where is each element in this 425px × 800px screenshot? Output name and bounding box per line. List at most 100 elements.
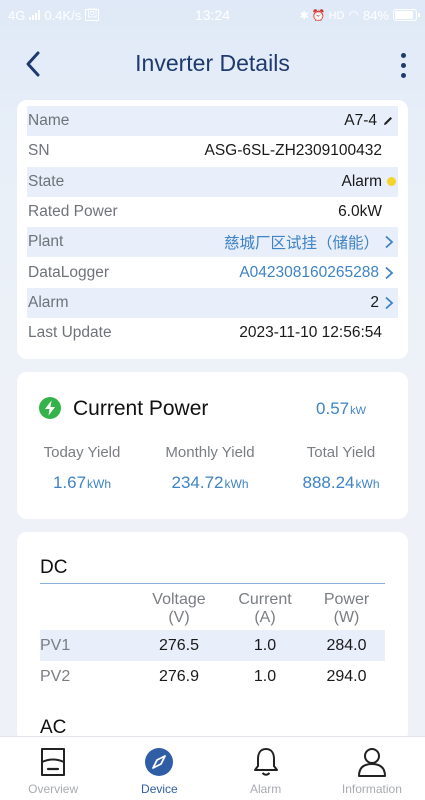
chevron-right-icon bbox=[385, 296, 394, 310]
voltage-header: Voltage bbox=[152, 591, 206, 608]
monthly-yield-value: 234.72 bbox=[171, 473, 224, 492]
person-icon bbox=[357, 748, 386, 777]
chevron-right-icon bbox=[385, 266, 394, 279]
nav-overview[interactable]: Overview bbox=[0, 737, 106, 800]
plant-value: 慈城厂区试挂（储能） bbox=[223, 235, 379, 253]
inverter-info-card: Name A7-4 SN ASG-6SL-ZH2309100432 State … bbox=[17, 100, 408, 359]
nav-information[interactable]: Information bbox=[319, 737, 425, 800]
current-unit: (A) bbox=[254, 609, 276, 626]
voltage-unit: (V) bbox=[168, 609, 190, 626]
nav-overview-label: Overview bbox=[28, 782, 79, 796]
nav-alarm-label: Alarm bbox=[249, 782, 282, 796]
page-title: Inverter Details bbox=[135, 50, 290, 76]
info-row-rated-power: Rated Power 6.0kW bbox=[27, 197, 398, 227]
pv1-power: 284.0 bbox=[308, 630, 385, 661]
total-yield-label: Total Yield bbox=[306, 444, 376, 461]
monthly-yield-unit: kWh bbox=[224, 477, 249, 491]
plant-label: Plant bbox=[28, 233, 64, 251]
dc-divider bbox=[40, 583, 385, 584]
monthly-yield-value-wrap: 234.72kWh bbox=[145, 473, 275, 493]
alarm-label: Alarm bbox=[28, 293, 69, 311]
nav-device[interactable]: Device bbox=[106, 737, 212, 800]
status-right: ✱ ⏰ HD ◠ 84% bbox=[299, 7, 420, 23]
info-row-datalogger[interactable]: DataLogger A042308160265288 bbox=[27, 257, 398, 287]
header: Inverter Details bbox=[0, 40, 425, 88]
pv2-label: PV2 bbox=[40, 667, 71, 685]
info-row-alarm[interactable]: Alarm 2 bbox=[27, 287, 398, 319]
info-row-plant[interactable]: Plant 慈城厂区试挂（储能） bbox=[27, 227, 398, 258]
nav-alarm[interactable]: Alarm bbox=[213, 737, 319, 800]
overview-icon bbox=[41, 748, 66, 776]
network-type: 4G bbox=[8, 7, 26, 23]
wifi-icon: ◠ bbox=[348, 8, 359, 22]
status-icons: ✱ ⏰ HD bbox=[299, 9, 345, 22]
sim-icon: 回 bbox=[85, 9, 100, 21]
dc-table: Voltage (V) Current (A) Power (W) PV1 276.5… bbox=[40, 588, 385, 692]
clock: 13:24 bbox=[194, 7, 231, 23]
signal-icon bbox=[29, 10, 41, 20]
pv2-voltage: 276.9 bbox=[158, 667, 200, 685]
name-value: A7-4 bbox=[344, 112, 377, 130]
dot-icon bbox=[400, 52, 406, 58]
datalogger-link[interactable]: A042308160265288 bbox=[239, 264, 396, 282]
current-power-value: 0.57 bbox=[316, 399, 350, 418]
total-yield-value: 888.24 bbox=[302, 473, 355, 492]
more-options-button[interactable] bbox=[395, 50, 411, 80]
last-update-label: Last Update bbox=[28, 324, 112, 342]
dc-section-title: DC bbox=[40, 557, 68, 578]
info-row-name[interactable]: Name A7-4 bbox=[27, 106, 398, 137]
monthly-yield: Monthly Yield 234.72kWh bbox=[145, 444, 275, 493]
network-speed: 0.4K/s bbox=[44, 7, 82, 23]
total-yield: Total Yield 888.24kWh bbox=[276, 444, 406, 493]
dc-ac-card: DC Voltage (V) Current (A) Power (W) PV1 27… bbox=[17, 532, 408, 742]
state-value: Alarm bbox=[341, 172, 382, 190]
battery-icon bbox=[393, 9, 420, 21]
dc-header-voltage: Voltage (V) bbox=[136, 588, 222, 630]
table-row: PV1 276.5 1.0 284.0 bbox=[40, 630, 385, 661]
pv2-current: 1.0 bbox=[253, 667, 277, 685]
current-power-unit: kW bbox=[350, 405, 366, 417]
sn-value: ASG-6SL-ZH2309100432 bbox=[204, 142, 382, 160]
monthly-yield-label: Monthly Yield bbox=[165, 444, 255, 461]
status-left: 4G 0.4K/s 回 bbox=[8, 7, 100, 23]
alarm-link[interactable]: 2 bbox=[370, 294, 396, 312]
table-row: PV2 276.9 1.0 294.0 bbox=[40, 661, 385, 692]
today-yield-value-wrap: 1.67kWh bbox=[17, 473, 147, 493]
name-label: Name bbox=[28, 112, 70, 130]
today-yield-label: Today Yield bbox=[43, 444, 121, 461]
state-value-wrap: Alarm bbox=[342, 173, 396, 191]
today-yield-value: 1.67 bbox=[52, 473, 87, 492]
nav-device-label: Device bbox=[141, 782, 178, 796]
datalogger-value: A042308160265288 bbox=[239, 263, 379, 281]
info-row-state: State Alarm bbox=[27, 166, 398, 197]
current-header: Current bbox=[238, 591, 292, 608]
info-row-sn: SN ASG-6SL-ZH2309100432 bbox=[27, 136, 398, 166]
dc-header-blank bbox=[40, 588, 136, 630]
power-unit: (W) bbox=[333, 609, 360, 626]
pv1-label: PV1 bbox=[40, 630, 136, 661]
plant-link[interactable]: 慈城厂区试挂（储能） bbox=[224, 231, 396, 253]
dot-icon bbox=[400, 62, 406, 68]
bottom-nav: Overview Device Alarm Information bbox=[0, 736, 425, 800]
pv2-power: 294.0 bbox=[326, 667, 367, 685]
edit-pencil-icon[interactable] bbox=[382, 115, 394, 127]
total-yield-unit: kWh bbox=[355, 477, 380, 491]
chevron-right-icon bbox=[385, 236, 394, 249]
name-value-wrap: A7-4 bbox=[344, 112, 396, 130]
power-header: Power bbox=[323, 591, 370, 608]
dc-header-row: Voltage (V) Current (A) Power (W) bbox=[40, 588, 385, 630]
state-indicator-dot bbox=[387, 177, 396, 187]
dot-icon bbox=[400, 72, 406, 78]
status-bar: 4G 0.4K/s 回 13:24 ✱ ⏰ HD ◠ 84% bbox=[0, 0, 425, 30]
last-update-value: 2023-11-10 12:56:54 bbox=[239, 324, 382, 342]
dc-header-power: Power (W) bbox=[308, 588, 385, 630]
bell-icon bbox=[253, 748, 278, 776]
pv1-voltage: 276.5 bbox=[136, 630, 222, 661]
sn-label: SN bbox=[28, 142, 50, 160]
datalogger-label: DataLogger bbox=[28, 263, 110, 281]
pv1-current: 1.0 bbox=[222, 630, 308, 661]
battery-level: 84% bbox=[362, 7, 389, 23]
rated-power-label: Rated Power bbox=[28, 203, 118, 221]
info-row-last-update: Last Update 2023-11-10 12:56:54 bbox=[27, 318, 398, 348]
today-yield: Today Yield 1.67kWh bbox=[17, 444, 147, 493]
